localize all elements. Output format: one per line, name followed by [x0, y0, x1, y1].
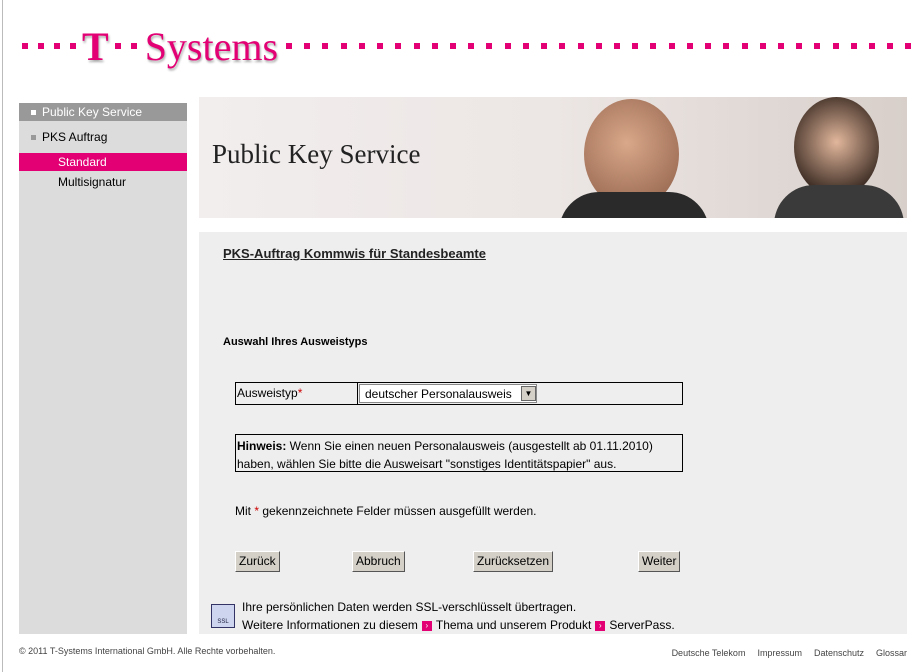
sidebar-item-label: Multisignatur	[58, 175, 127, 189]
link-thema[interactable]: Thema	[436, 618, 473, 632]
ausweistyp-label: Ausweistyp*	[236, 383, 358, 404]
footer-link-glossar[interactable]: Glossar	[876, 648, 907, 658]
main-content: PKS-Auftrag Kommwis für Standesbeamte Au…	[199, 232, 907, 634]
section-heading: Auswahl Ihres Ausweistyps	[223, 336, 368, 348]
select-value: deutscher Personalausweis	[365, 386, 512, 401]
banner-title: Public Key Service	[212, 139, 421, 169]
person-photo	[794, 97, 879, 197]
ssl-lock-icon: SSL	[211, 604, 235, 628]
arrow-right-icon: ›	[595, 620, 606, 631]
cancel-button[interactable]: Abbruch	[352, 551, 405, 572]
footer-link-impressum[interactable]: Impressum	[757, 648, 802, 658]
reset-button[interactable]: Zurücksetzen	[473, 551, 554, 572]
sidebar-item-standard[interactable]: Standard	[19, 153, 187, 171]
link-serverpass[interactable]: ServerPass.	[609, 618, 674, 632]
label-text: Ausweistyp	[237, 386, 298, 400]
sidebar-item-label: Public Key Service	[42, 105, 143, 119]
sidebar: Public Key Service PKS Auftrag Standard …	[19, 103, 187, 634]
copyright: © 2011 T-Systems International GmbH. All…	[19, 646, 276, 656]
hint-box: Hinweis: Wenn Sie einen neuen Personalau…	[235, 434, 683, 472]
footer-links: Deutsche Telekom Impressum Datenschutz G…	[672, 648, 907, 658]
sidebar-item-pks-auftrag[interactable]: PKS Auftrag	[19, 128, 187, 146]
note-text: gekennzeichnete Felder müssen ausgefüllt…	[259, 504, 537, 518]
sidebar-item-label: Standard	[58, 155, 107, 169]
note-text: Mit	[235, 504, 255, 518]
footer-link-deutsche-telekom[interactable]: Deutsche Telekom	[672, 648, 746, 658]
t-systems-logo: T Systems	[22, 22, 912, 70]
sidebar-item-public-key-service[interactable]: Public Key Service	[19, 103, 187, 121]
mandatory-note: Mit * gekennzeichnete Felder müssen ausg…	[235, 504, 537, 518]
page-title: PKS-Auftrag Kommwis für Standesbeamte	[223, 246, 486, 261]
ssl-info: Ihre persönlichen Daten werden SSL-versc…	[242, 600, 577, 614]
banner-image: Public Key Service	[199, 97, 907, 218]
required-mark: *	[297, 386, 303, 400]
chevron-down-icon[interactable]: ▼	[521, 386, 536, 401]
next-button[interactable]: Weiter	[638, 551, 681, 572]
text: Weitere Informationen zu diesem	[242, 618, 418, 632]
back-button[interactable]: Zurück	[235, 551, 280, 572]
footer-link-datenschutz[interactable]: Datenschutz	[814, 648, 864, 658]
bullet-icon	[31, 110, 36, 115]
bullet-icon	[31, 135, 36, 140]
text: und unserem Produkt	[476, 618, 592, 632]
sidebar-item-multisignatur[interactable]: Multisignatur	[19, 173, 187, 191]
ssl-more-info: Weitere Informationen zu diesem › Thema un…	[242, 618, 675, 632]
ausweistyp-row: Ausweistyp* deutscher Personalausweis ▼	[235, 382, 683, 405]
hint-text: Wenn Sie einen neuen Personalausweis (au…	[237, 439, 653, 471]
sidebar-item-label: PKS Auftrag	[42, 130, 108, 144]
arrow-right-icon: ›	[421, 620, 432, 631]
ausweistyp-select[interactable]: deutscher Personalausweis ▼	[359, 384, 537, 403]
page-border	[2, 0, 3, 672]
hint-label: Hinweis:	[237, 439, 287, 453]
